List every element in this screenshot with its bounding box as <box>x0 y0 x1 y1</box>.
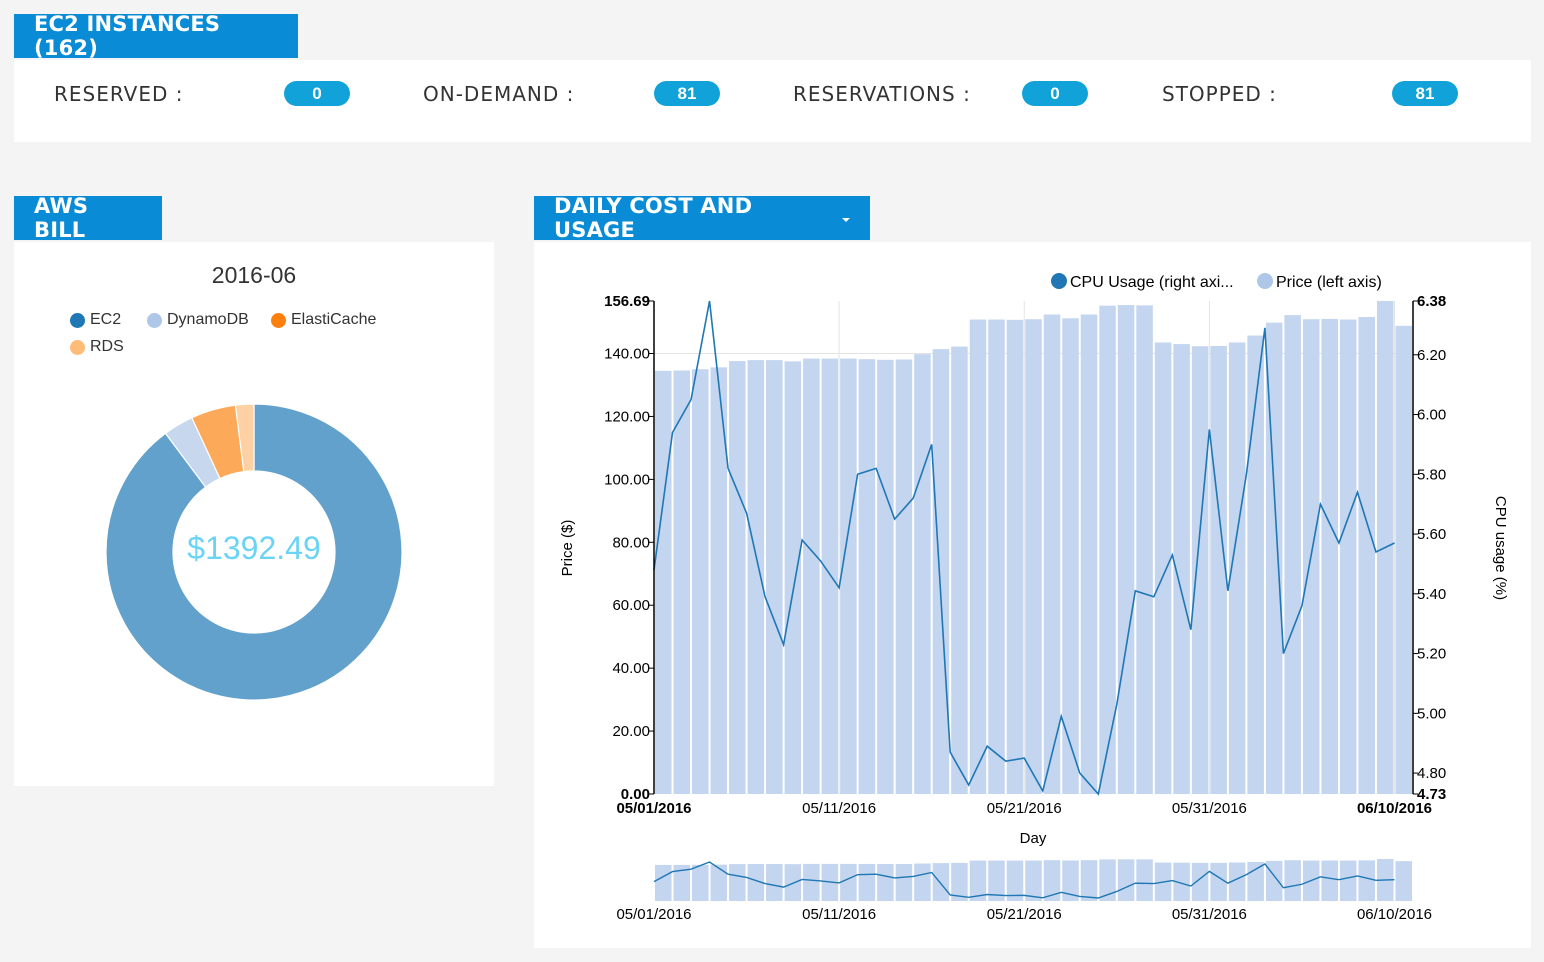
overview-bar <box>1284 860 1301 901</box>
x-tick-label: 05/31/2016 <box>1172 800 1247 817</box>
overview-bar <box>803 863 820 901</box>
x-tick-label: 05/11/2016 <box>802 800 876 817</box>
price-bar <box>766 360 783 794</box>
left-tick-label: 40.00 <box>612 660 650 677</box>
price-bar <box>784 361 802 794</box>
overview-bar <box>1025 860 1042 901</box>
x-tick-label: 06/10/2016 <box>1357 800 1432 817</box>
x-axis-title: Day <box>1020 830 1047 847</box>
price-bar <box>1395 325 1412 794</box>
overview-bar <box>655 864 672 901</box>
price-bar <box>821 358 839 794</box>
price-bar <box>969 319 987 794</box>
cpu-usage-legend-label: CPU Usage (right axi... <box>1070 274 1234 291</box>
price-bar <box>895 359 913 794</box>
right-tick-label: 5.80 <box>1417 466 1446 483</box>
price-bar <box>988 319 1005 794</box>
left-tick-label: 80.00 <box>612 534 650 551</box>
price-bar <box>1210 345 1227 794</box>
price-bar <box>803 358 820 794</box>
overview-bar <box>1247 861 1264 901</box>
overview-bar <box>1321 860 1338 901</box>
price-legend-dot-icon <box>1257 273 1273 289</box>
price-bar <box>1154 342 1172 794</box>
right-tick-label: 6.00 <box>1417 407 1446 424</box>
overview-bar <box>1191 862 1209 901</box>
overview-x-tick-label: 05/21/2016 <box>987 906 1062 923</box>
price-bar <box>858 359 876 794</box>
price-bar <box>692 369 709 794</box>
x-tick-label: 05/21/2016 <box>987 800 1062 817</box>
overview-bar <box>840 863 857 901</box>
overview-bar <box>1210 862 1227 901</box>
overview-bar <box>932 863 950 901</box>
y-left-axis-title: Price ($) <box>559 520 576 577</box>
overview-x-tick-label: 05/31/2016 <box>1172 906 1247 923</box>
left-tick-label: 120.00 <box>604 408 650 425</box>
price-bar <box>1339 319 1357 794</box>
overview-x-tick-label: 05/01/2016 <box>616 906 691 923</box>
price-bar <box>1117 305 1135 794</box>
overview-x-tick-label: 05/11/2016 <box>802 906 876 923</box>
right-tick-label: 5.20 <box>1417 646 1446 663</box>
overview-bar <box>914 863 931 901</box>
price-bar <box>1358 317 1375 794</box>
price-bar <box>951 346 968 794</box>
right-tick-label: 5.40 <box>1417 586 1446 603</box>
price-bar <box>877 359 894 794</box>
daily-cost-usage-chart: 0.0020.0040.0060.0080.00100.00120.00140.… <box>559 273 1509 923</box>
price-bar <box>1321 318 1338 794</box>
price-legend-label: Price (left axis) <box>1276 274 1382 291</box>
cpu-usage-legend-dot-icon <box>1051 273 1067 289</box>
overview-bar <box>1339 860 1357 901</box>
overview-bar <box>877 864 894 901</box>
overview-bar <box>858 863 876 901</box>
left-tick-label: 60.00 <box>612 597 650 614</box>
overview-bar <box>1395 861 1412 901</box>
price-bar <box>1080 314 1098 794</box>
right-tick-label: 6.20 <box>1417 347 1446 364</box>
overview-bar <box>1358 860 1375 901</box>
overview-bar <box>1117 859 1135 901</box>
overview-bar <box>895 863 913 901</box>
price-bar <box>1006 319 1024 794</box>
price-bar <box>729 361 746 794</box>
price-bar <box>747 360 765 794</box>
left-tick-label: 156.69 <box>604 293 650 310</box>
y-right-axis-title: CPU usage (%) <box>1492 496 1509 600</box>
overview-bar <box>710 864 728 901</box>
price-bar <box>1062 318 1079 794</box>
price-bar <box>1284 315 1301 794</box>
overview-bar <box>729 864 746 901</box>
right-tick-label: 5.60 <box>1417 526 1446 543</box>
left-tick-label: 20.00 <box>612 723 650 740</box>
overview-bar <box>692 864 709 901</box>
right-tick-label: 5.00 <box>1417 705 1446 722</box>
price-bar <box>840 358 857 794</box>
overview-bar <box>1136 859 1153 901</box>
overview-bar <box>766 864 783 901</box>
right-tick-label: 4.80 <box>1417 765 1446 782</box>
overview-x-tick-label: 06/10/2016 <box>1357 906 1432 923</box>
x-tick-label: 05/01/2016 <box>616 800 691 817</box>
overview-bar <box>1265 860 1283 901</box>
right-tick-label: 6.38 <box>1417 293 1446 310</box>
price-bar <box>1136 305 1153 794</box>
price-bar <box>914 354 931 794</box>
price-bar <box>932 349 950 794</box>
price-bar <box>1025 319 1042 794</box>
left-tick-label: 100.00 <box>604 471 650 488</box>
overview-bar <box>1080 860 1098 901</box>
overview-line <box>653 861 1395 899</box>
price-bar <box>1191 346 1209 794</box>
price-bar <box>673 370 691 794</box>
left-tick-label: 140.00 <box>604 346 650 363</box>
price-bar <box>1043 314 1061 794</box>
price-bar <box>655 370 672 794</box>
